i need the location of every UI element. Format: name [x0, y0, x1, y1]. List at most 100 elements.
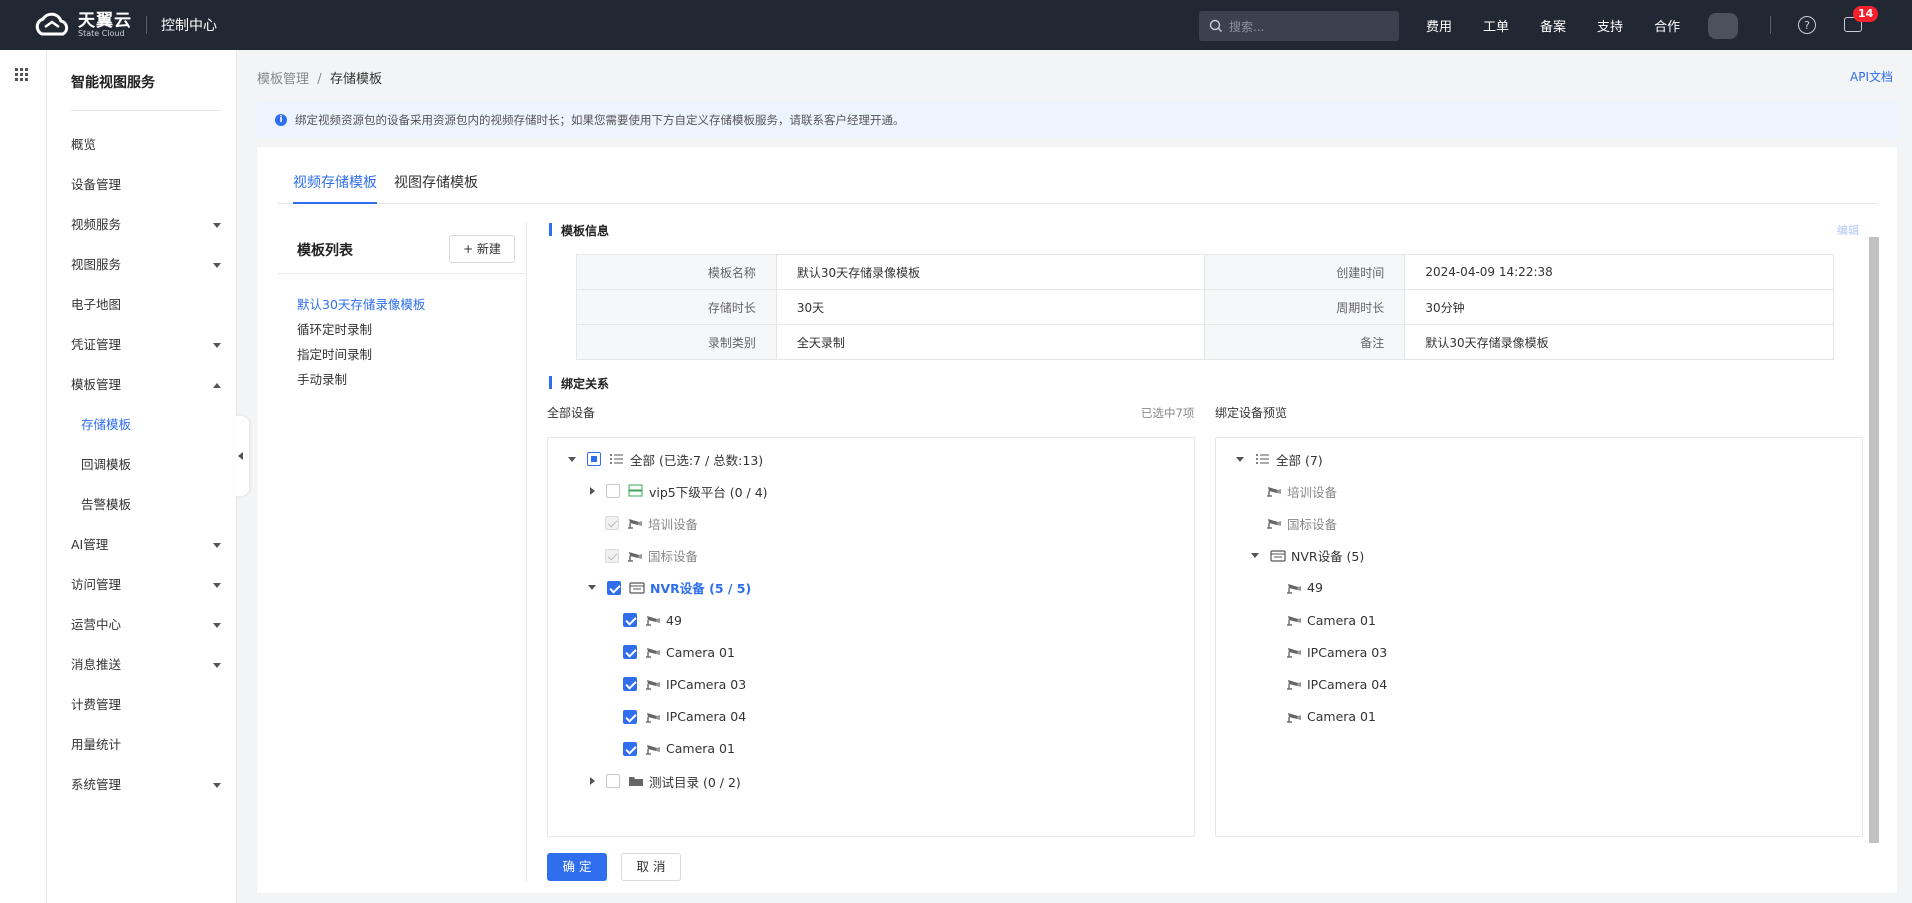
help-icon[interactable]: ?	[1798, 16, 1816, 34]
sidebar-item[interactable]: 模板管理	[71, 375, 221, 395]
chevron-down-icon	[213, 543, 221, 548]
checkbox[interactable]	[623, 613, 637, 627]
sidebar-item[interactable]: 消息推送	[71, 655, 221, 675]
avatar[interactable]	[1708, 13, 1738, 39]
tree-node[interactable]: 培训设备	[605, 513, 698, 533]
main-card: 视频存储模板 视图存储模板 模板列表 + 新建 默认30天存储录像模板 循环定时…	[257, 147, 1897, 893]
message-count-badge: 14	[1853, 6, 1879, 22]
caret-right-icon[interactable]	[590, 487, 595, 496]
sidebar-item-label: 用量统计	[71, 737, 122, 752]
template-info-table: 模板名称 默认30天存储录像模板 创建时间 2024-04-09 14:22:38 存储…	[576, 254, 1834, 360]
tree-node[interactable]: 全部 (7)	[1236, 449, 1323, 469]
tree-node[interactable]: Camera 01	[1286, 610, 1376, 630]
template-item[interactable]: 指定时间录制	[297, 344, 372, 363]
device-tree-panel: 全部 (已选:7 / 总数:13) vip5下级平台 (0 / 4) 培训设备国标设…	[547, 437, 1195, 837]
new-template-button[interactable]: + 新建	[449, 235, 515, 263]
tree-node[interactable]: IPCamera 04	[1286, 674, 1387, 694]
tree-node[interactable]: IPCamera 03	[623, 674, 746, 694]
checkbox[interactable]	[587, 452, 601, 466]
tree-node[interactable]: IPCamera 03	[1286, 642, 1387, 662]
logo[interactable]: 天翼云 State Cloud 控制中心	[32, 12, 217, 38]
tree-node[interactable]: Camera 01	[623, 642, 735, 662]
tree-node[interactable]: Camera 01	[623, 739, 735, 759]
camera-icon	[646, 616, 660, 626]
notice-text: 绑定视频资源包的设备采用资源包内的视频存储时长；如果您需要使用下方自定义存储模板…	[295, 112, 905, 127]
nav-support[interactable]: 支持	[1597, 16, 1623, 35]
sidebar-item[interactable]: 视图服务	[71, 255, 221, 275]
confirm-button[interactable]: 确 定	[547, 853, 607, 881]
tree-node-label: IPCamera 03	[1307, 644, 1388, 660]
tree-node[interactable]: 国标设备	[605, 546, 698, 566]
breadcrumb-parent[interactable]: 模板管理	[257, 72, 309, 87]
caret-down-icon[interactable]	[1236, 456, 1244, 462]
checkbox[interactable]	[623, 645, 637, 660]
caret-right-icon[interactable]	[590, 777, 595, 785]
tree-node[interactable]: 49	[623, 610, 682, 630]
divider	[71, 110, 221, 111]
tab-view-storage[interactable]: 视图存储模板	[394, 172, 478, 204]
template-item[interactable]: 默认30天存储录像模板	[297, 294, 425, 313]
tree-node[interactable]: 49	[1286, 578, 1323, 598]
sidebar-item[interactable]: AI管理	[71, 535, 221, 555]
tree-node[interactable]: NVR设备 (5 / 5)	[588, 578, 751, 598]
checkbox[interactable]	[607, 580, 621, 595]
tree-node-label: 全部 (7)	[1276, 452, 1323, 468]
nav-partner[interactable]: 合作	[1654, 16, 1680, 35]
caret-down-icon[interactable]	[1251, 553, 1259, 559]
camera-icon	[628, 519, 642, 530]
template-item[interactable]: 手动录制	[297, 369, 347, 388]
api-doc-link[interactable]: API文档	[1850, 68, 1893, 85]
tree-node[interactable]: Camera 01	[1286, 707, 1376, 727]
info-value: 30分钟	[1404, 289, 1834, 325]
sidebar-item[interactable]: 回调模板	[81, 455, 231, 475]
tree-node[interactable]: vip5下级平台 (0 / 4)	[588, 481, 768, 501]
info-row: 录制类别 全天录制 备注 默认30天存储录像模板	[576, 324, 1834, 360]
sidebar-item[interactable]: 存储模板	[81, 415, 231, 435]
sidebar-item[interactable]: 告警模板	[81, 495, 231, 515]
sidebar-item[interactable]: 凭证管理	[71, 335, 221, 355]
nvr-icon	[1270, 549, 1286, 562]
checkbox[interactable]	[623, 709, 637, 724]
tree-node[interactable]: 测试目录 (0 / 2)	[588, 771, 741, 791]
tree-node-label: 测试目录 (0 / 2)	[649, 774, 741, 790]
apps-grid-icon[interactable]	[15, 68, 28, 81]
sidebar-item[interactable]: 电子地图	[71, 295, 221, 315]
sidebar-item[interactable]: 设备管理	[71, 175, 221, 195]
tree-node[interactable]: 培训设备	[1266, 481, 1337, 501]
tree-node[interactable]: 全部 (已选:7 / 总数:13)	[568, 449, 763, 469]
checkbox[interactable]	[606, 774, 620, 788]
console-link[interactable]: 控制中心	[161, 15, 217, 35]
camera-icon	[1267, 487, 1281, 497]
tab-video-storage[interactable]: 视频存储模板	[293, 172, 377, 204]
sidebar-collapse-toggle[interactable]	[233, 416, 249, 496]
checkbox[interactable]	[623, 741, 637, 756]
checkbox[interactable]	[623, 677, 637, 692]
sidebar-item[interactable]: 用量统计	[71, 735, 221, 755]
nav-tickets[interactable]: 工单	[1483, 16, 1509, 35]
template-item[interactable]: 循环定时录制	[297, 319, 372, 338]
sidebar-item[interactable]: 概览	[71, 135, 221, 155]
sidebar-item-label: 视图服务	[71, 257, 122, 272]
sidebar-item[interactable]: 系统管理	[71, 775, 221, 795]
info-row: 存储时长 30天 周期时长 30分钟	[576, 289, 1834, 325]
scrollbar[interactable]	[1869, 237, 1879, 843]
sidebar-item[interactable]: 访问管理	[71, 575, 221, 595]
cancel-button[interactable]: 取 消	[621, 853, 681, 881]
server-icon	[628, 484, 643, 497]
caret-down-icon[interactable]	[588, 585, 596, 591]
sidebar-item[interactable]: 视频服务	[71, 215, 221, 235]
tree-node[interactable]: 国标设备	[1266, 513, 1337, 533]
info-key: 创建时间	[1204, 254, 1406, 290]
tree-node[interactable]: IPCamera 04	[623, 707, 746, 727]
nav-filing[interactable]: 备案	[1540, 16, 1566, 35]
sidebar-item[interactable]: 计费管理	[71, 695, 221, 715]
edit-link[interactable]: 编辑	[1837, 222, 1859, 238]
bound-preview-panel: 全部 (7) 培训设备国标设备 NVR设备 (5) 49 Camera 01 IPCame…	[1215, 437, 1863, 837]
checkbox[interactable]	[606, 484, 620, 499]
nav-billing[interactable]: 费用	[1426, 16, 1452, 35]
search-input[interactable]: 搜索...	[1199, 11, 1399, 41]
tree-node[interactable]: NVR设备 (5)	[1251, 546, 1364, 566]
caret-down-icon[interactable]	[568, 456, 576, 462]
service-title: 智能视图服务	[71, 75, 155, 91]
sidebar-item[interactable]: 运营中心	[71, 615, 221, 635]
